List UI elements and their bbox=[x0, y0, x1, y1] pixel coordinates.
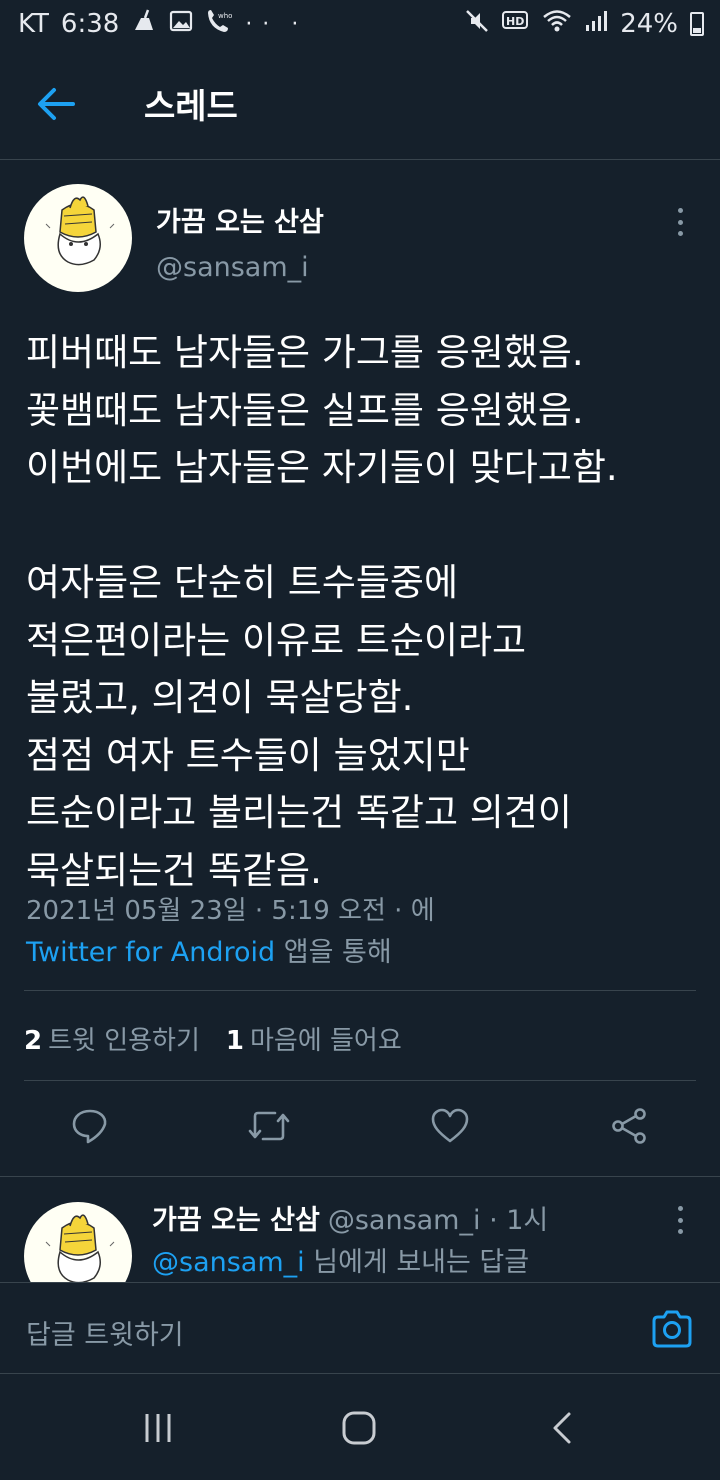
quote-label: 트윗 인용하기 bbox=[48, 1026, 200, 1056]
heart-icon bbox=[431, 1108, 469, 1143]
reply-header: 가끔 오는 산삼 @sansam_i · 1시 bbox=[152, 1198, 548, 1237]
reply-compose-bar: 답글 트윗하기 bbox=[0, 1282, 720, 1374]
system-back-button[interactable] bbox=[542, 1408, 582, 1448]
reply-author-name[interactable]: 가끔 오는 산삼 bbox=[152, 1205, 320, 1236]
reply-meta: @sansam_i · 1시 bbox=[327, 1205, 549, 1236]
divider bbox=[24, 990, 696, 991]
divider bbox=[24, 1080, 696, 1081]
page-title: 스레드 bbox=[144, 87, 238, 127]
share-button[interactable] bbox=[607, 1104, 651, 1148]
retweet-button[interactable] bbox=[247, 1104, 291, 1148]
quote-tweets-stat[interactable]: 2 트윗 인용하기 bbox=[24, 1020, 200, 1057]
whowho-icon: who bbox=[205, 8, 233, 40]
avatar-illustration-icon bbox=[45, 1214, 115, 1282]
dot-icon bbox=[677, 1206, 683, 1211]
source-suffix: 앱을 통해 bbox=[275, 937, 392, 968]
more-notifications-icon: ·· bbox=[245, 11, 280, 37]
back-arrow-icon bbox=[38, 87, 75, 120]
reply-to-suffix: 님에게 보내는 답글 bbox=[304, 1247, 530, 1278]
reply-tweet[interactable]: 가끔 오는 산삼 @sansam_i · 1시 @sansam_i 님에게 보내는… bbox=[0, 1178, 720, 1282]
retweet-icon bbox=[248, 1111, 290, 1141]
tweet-timestamp: 2021년 05월 23일 · 5:19 오전 · 에 bbox=[26, 896, 435, 926]
quote-count: 2 bbox=[24, 1026, 43, 1056]
reply-context: @sansam_i 님에게 보내는 답글 bbox=[152, 1240, 529, 1279]
section-divider bbox=[0, 1176, 720, 1177]
status-right: HD 24% bbox=[464, 8, 704, 40]
carrier-label: KT bbox=[18, 9, 49, 39]
clock: 6:38 bbox=[60, 9, 120, 39]
recent-apps-button[interactable] bbox=[138, 1408, 178, 1448]
hd-voice-icon: HD bbox=[502, 9, 530, 39]
reply-more-options-button[interactable] bbox=[668, 1202, 692, 1238]
camera-button[interactable] bbox=[650, 1307, 694, 1351]
wifi-icon bbox=[542, 9, 572, 39]
tweet-source: Twitter for Android 앱을 통해 bbox=[26, 930, 392, 969]
battery-icon bbox=[690, 12, 704, 36]
status-bar: KT 6:38 who ·· · HD 24% bbox=[0, 0, 720, 48]
signal-icon bbox=[584, 9, 608, 39]
svg-text:who: who bbox=[218, 12, 232, 20]
share-icon bbox=[612, 1108, 646, 1144]
reply-input[interactable]: 답글 트윗하기 bbox=[26, 1313, 184, 1352]
reply-button[interactable] bbox=[68, 1104, 112, 1148]
chevron-left-icon bbox=[553, 1412, 571, 1444]
reply-to-handle-link[interactable]: @sansam_i bbox=[152, 1247, 305, 1278]
recent-apps-icon bbox=[145, 1414, 171, 1442]
tweet-actions bbox=[0, 1104, 720, 1154]
dot-icon: · bbox=[291, 11, 309, 37]
tweet: 가끔 오는 산삼 @sansam_i 피버때도 남자들은 가그를 응원했음. 꽃… bbox=[0, 160, 720, 1144]
like-label: 마음에 들어요 bbox=[249, 1026, 402, 1056]
more-options-button[interactable] bbox=[668, 204, 692, 240]
back-button[interactable] bbox=[26, 74, 86, 134]
svg-text:HD: HD bbox=[506, 15, 524, 28]
tweet-author-row: 가끔 오는 산삼 @sansam_i bbox=[0, 160, 720, 310]
system-nav-bar bbox=[0, 1374, 720, 1480]
app-bar: 스레드 bbox=[0, 48, 720, 160]
status-left: KT 6:38 who ·· · bbox=[18, 8, 308, 40]
home-button[interactable] bbox=[339, 1408, 379, 1448]
author-handle[interactable]: @sansam_i bbox=[156, 252, 309, 283]
author-name[interactable]: 가끔 오는 산삼 bbox=[156, 200, 324, 239]
camera-icon bbox=[652, 1310, 692, 1348]
dot-icon bbox=[677, 1229, 683, 1234]
like-button[interactable] bbox=[428, 1104, 472, 1148]
likes-stat[interactable]: 1 마음에 들어요 bbox=[226, 1020, 402, 1057]
like-count: 1 bbox=[225, 1026, 244, 1056]
reply-icon bbox=[72, 1109, 107, 1144]
avatar[interactable] bbox=[24, 184, 132, 292]
source-app-link[interactable]: Twitter for Android bbox=[26, 937, 275, 968]
gallery-icon bbox=[169, 9, 193, 39]
tweet-stats: 2 트윗 인용하기 1 마음에 들어요 bbox=[24, 1020, 402, 1057]
mute-icon bbox=[464, 8, 490, 40]
home-icon bbox=[342, 1411, 376, 1445]
avatar-illustration-icon bbox=[45, 196, 115, 266]
dot-icon bbox=[677, 208, 683, 213]
avatar[interactable] bbox=[24, 1202, 132, 1282]
tweet-text: 피버때도 남자들은 가그를 응원했음. 꽃뱀때도 남자들은 실프를 응원했음. … bbox=[26, 331, 618, 892]
dot-icon bbox=[677, 1217, 683, 1223]
dot-icon bbox=[677, 219, 683, 225]
cleaner-icon bbox=[131, 8, 157, 40]
battery-percent: 24% bbox=[620, 9, 678, 39]
dot-icon bbox=[677, 231, 683, 236]
